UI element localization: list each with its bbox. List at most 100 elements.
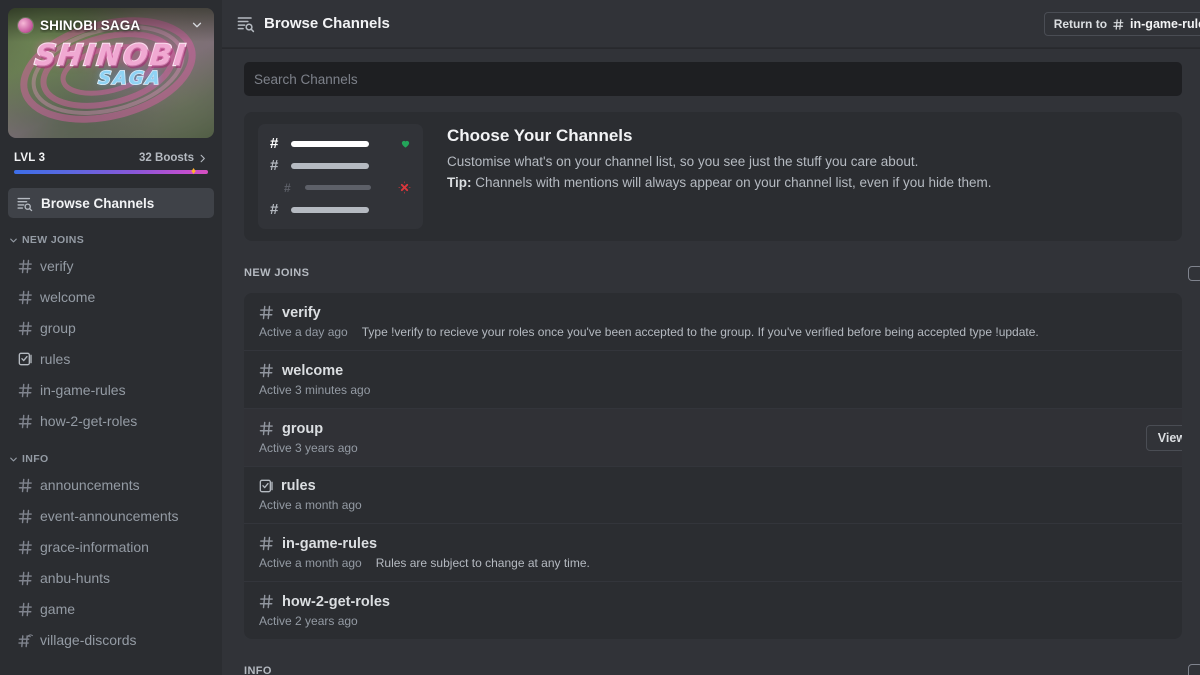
heart-icon — [400, 138, 411, 149]
checkbox-icon[interactable] — [1188, 663, 1200, 675]
return-to-channel-button[interactable]: Return to in-game-rules — [1043, 12, 1200, 36]
sidebar-channel-group[interactable]: group — [8, 313, 214, 343]
main-panel: Browse Channels Return to in-game-rules … — [222, 0, 1200, 675]
sidebar-channel-verify[interactable]: verify — [8, 251, 214, 281]
hash-icon — [1113, 18, 1124, 30]
sidebar-channel-label: welcome — [40, 289, 96, 305]
hash-icon — [16, 289, 34, 306]
hash-icon — [259, 363, 273, 378]
table-row[interactable]: how-2-get-roles Active 2 years ago — [244, 582, 1182, 639]
sidebar-category-label: INFO — [22, 453, 49, 465]
sidebar-channel-label: how-2-get-roles — [40, 413, 138, 429]
hash-icon: # — [284, 180, 291, 195]
illustration-bar — [291, 140, 369, 147]
section-follow-all-toggle[interactable]: F — [1188, 663, 1200, 675]
chevron-down-icon[interactable] — [190, 18, 204, 32]
page-title: Browse Channels — [264, 15, 390, 32]
browse-channels-scroll-area[interactable]: # # # — [222, 48, 1200, 675]
sidebar-channel-label: anbu-hunts — [40, 570, 111, 586]
checkbox-icon[interactable] — [1188, 265, 1200, 281]
banner-tip: Tip: Channels with mentions will always … — [447, 175, 992, 190]
server-avatar — [18, 17, 33, 33]
row-active-time: Active 3 years ago — [259, 441, 358, 455]
server-sidebar: SHINOBI SAGA SHINOBI SAGA LVL 3 32 Boost… — [0, 0, 222, 675]
hash-icon — [16, 477, 34, 494]
boost-level-label: LVL 3 — [14, 152, 46, 164]
rules-channel-icon — [258, 478, 274, 494]
row-channel-name: welcome — [282, 362, 344, 379]
section-info: INFO F — [222, 657, 1200, 675]
browse-channels-icon — [237, 17, 255, 33]
table-row[interactable]: verify Active a day ago Type !verify to … — [244, 293, 1182, 351]
sidebar-channel-grace-information[interactable]: grace-information — [8, 532, 214, 562]
hash-icon: # — [270, 157, 279, 174]
sidebar-channel-game[interactable]: game — [8, 594, 214, 624]
sidebar-channel-how-2-get-roles[interactable]: how-2-get-roles — [8, 406, 214, 436]
rules-channel-icon — [16, 351, 34, 367]
row-topic: Rules are subject to change at any time. — [375, 556, 590, 570]
illustration-row: # — [270, 202, 411, 217]
sidebar-channel-in-game-rules[interactable]: in-game-rules — [8, 375, 214, 405]
illustration-row: # — [270, 157, 411, 174]
chevron-down-icon — [10, 457, 17, 461]
banner-description: Customise what's on your channel list, s… — [447, 154, 919, 169]
hash-icon — [16, 508, 34, 525]
hash-icon — [16, 539, 34, 556]
table-row[interactable]: group Active 3 years ago View — [244, 409, 1182, 467]
row-active-time: Active a day ago — [259, 325, 348, 339]
chevron-right-icon — [200, 154, 205, 162]
sidebar-category-new-joins[interactable]: NEW JOINS — [0, 218, 222, 250]
server-boost-row[interactable]: LVL 3 32 Boosts — [0, 138, 222, 164]
view-channel-button[interactable]: View — [1145, 424, 1182, 451]
browse-channels-icon — [17, 197, 33, 211]
sidebar-browse-channels-button[interactable]: Browse Channels — [8, 188, 214, 218]
section-header: NEW JOINS F — [222, 259, 1200, 287]
row-meta: Active 2 years ago — [258, 614, 1168, 628]
hash-icon — [16, 413, 34, 430]
boost-count-label: 32 Boosts — [139, 152, 194, 164]
search-section — [222, 48, 1200, 96]
sidebar-channel-anbu-hunts[interactable]: anbu-hunts — [8, 563, 214, 593]
search-channels-box[interactable] — [244, 62, 1182, 96]
sidebar-category-info[interactable]: INFO — [0, 437, 222, 469]
banner-illustration: # # # # — [258, 124, 423, 229]
row-meta: Active a month ago Rules are subject to … — [258, 556, 1168, 570]
channel-rows-new-joins: verify Active a day ago Type !verify to … — [244, 293, 1182, 639]
row-meta: Active 3 minutes ago — [258, 383, 1168, 397]
hash-icon — [259, 536, 273, 551]
table-row[interactable]: rules Active a month ago — [244, 467, 1182, 524]
table-row[interactable]: welcome Active 3 minutes ago — [244, 351, 1182, 409]
sidebar-browse-channels-label: Browse Channels — [41, 195, 155, 211]
hash-icon — [16, 320, 34, 337]
section-title: NEW JOINS — [244, 267, 310, 279]
server-header-row[interactable]: SHINOBI SAGA — [8, 8, 214, 42]
row-channel-name: how-2-get-roles — [282, 593, 390, 610]
discord-browse-channels-window: SHINOBI SAGA SHINOBI SAGA LVL 3 32 Boost… — [0, 0, 1200, 675]
row-heading: how-2-get-roles — [258, 593, 1168, 610]
sidebar-channel-event-announcements[interactable]: event-announcements — [8, 501, 214, 531]
hash-icon — [259, 305, 273, 320]
section-new-joins: NEW JOINS F verify — [222, 259, 1200, 639]
hash-icon — [16, 382, 34, 399]
sidebar-channel-label: rules — [40, 351, 71, 367]
sidebar-channel-label: group — [40, 320, 76, 336]
row-channel-name: rules — [281, 478, 316, 494]
row-meta: Active a month ago — [258, 498, 1168, 512]
section-follow-all-toggle[interactable]: F — [1188, 265, 1200, 281]
hash-icon — [16, 601, 34, 618]
banner-title: Choose Your Channels — [447, 126, 633, 145]
table-row[interactable]: in-game-rules Active a month ago Rules a… — [244, 524, 1182, 582]
hash-icon — [259, 594, 273, 609]
row-active-time: Active a month ago — [259, 498, 362, 512]
sidebar-channel-welcome[interactable]: welcome — [8, 282, 214, 312]
server-banner[interactable]: SHINOBI SAGA SHINOBI SAGA — [8, 8, 214, 138]
return-to-channel-prefix: Return to — [1053, 17, 1108, 31]
search-input[interactable] — [254, 71, 1172, 87]
sidebar-channel-rules[interactable]: rules — [8, 344, 214, 374]
row-topic: Type !verify to recieve your roles once … — [361, 325, 1039, 339]
sidebar-channel-label: in-game-rules — [40, 382, 126, 398]
sidebar-channel-announcements[interactable]: announcements — [8, 470, 214, 500]
sidebar-channel-village-discords[interactable]: village-discords — [8, 625, 214, 655]
announcement-channel-icon — [16, 632, 34, 649]
row-heading: welcome — [258, 362, 1168, 379]
